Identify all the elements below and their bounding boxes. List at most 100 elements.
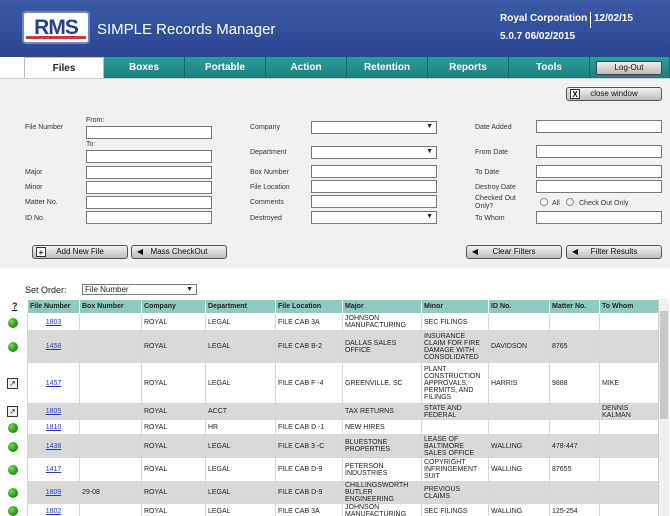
table-row[interactable]: 1438 ROYAL LEGAL FILE CAB 3 -C BLUESTONE PRO… bbox=[27, 434, 659, 458]
status-available-icon[interactable] bbox=[8, 317, 18, 328]
app-title: SIMPLE Records Manager bbox=[97, 21, 276, 38]
table-cell-company: ROYAL bbox=[141, 330, 206, 363]
status-available-icon[interactable] bbox=[8, 441, 18, 452]
box-number-input[interactable] bbox=[311, 165, 437, 178]
major-input[interactable] bbox=[86, 166, 212, 179]
from-label: From: bbox=[86, 117, 105, 124]
table-cell-id-no bbox=[488, 403, 550, 420]
col-box-number[interactable]: Box Number bbox=[79, 299, 142, 314]
file-location-input[interactable] bbox=[311, 180, 437, 193]
tab-reports[interactable]: Reports bbox=[428, 57, 509, 78]
from-date-input[interactable] bbox=[536, 145, 662, 158]
to-date-input[interactable] bbox=[536, 165, 662, 178]
tab-boxes[interactable]: Boxes bbox=[104, 57, 185, 78]
to-whom-input[interactable] bbox=[536, 211, 662, 224]
destroy-date-input[interactable] bbox=[536, 180, 662, 193]
clear-filters-button[interactable]: ◀ Clear Filters bbox=[466, 245, 562, 259]
table-cell-box-number bbox=[79, 503, 142, 516]
add-new-file-button[interactable]: + Add New File bbox=[32, 245, 128, 259]
id-no-input[interactable] bbox=[86, 211, 212, 224]
set-order-select[interactable]: File Number bbox=[82, 284, 197, 295]
comments-input[interactable] bbox=[311, 195, 437, 208]
date-added-label: Date Added bbox=[475, 124, 512, 131]
table-cell-box-number bbox=[79, 457, 142, 482]
tab-files[interactable]: Files bbox=[24, 57, 104, 78]
table-cell-to-whom: DENNIS KALMAN bbox=[599, 403, 659, 420]
col-department[interactable]: Department bbox=[205, 299, 276, 314]
organization-name: Royal Corporation bbox=[500, 13, 588, 24]
table-cell-matter-no: 9888 bbox=[549, 362, 600, 404]
table-row[interactable]: 1458 ROYAL LEGAL FILE CAB B-2 DALLAS SALES O… bbox=[27, 330, 659, 363]
file-number-link[interactable]: 1805 bbox=[46, 408, 62, 415]
status-available-icon[interactable] bbox=[8, 488, 18, 498]
table-cell-department: LEGAL bbox=[205, 481, 276, 504]
col-company[interactable]: Company bbox=[141, 299, 206, 314]
table-row[interactable]: 1805 ROYAL ACCT TAX RETURNS STATE AND FEDERA… bbox=[27, 403, 659, 420]
table-cell-company: ROYAL bbox=[141, 503, 206, 516]
tab-retention[interactable]: Retention bbox=[347, 57, 428, 78]
mass-checkout-button[interactable]: ◀ Mass CheckOut bbox=[131, 245, 227, 259]
table-cell-file-location: FILE CAB D-9 bbox=[275, 481, 343, 504]
file-number-from-input[interactable] bbox=[86, 126, 212, 139]
comments-label: Comments bbox=[250, 199, 284, 206]
company-select[interactable] bbox=[311, 121, 437, 134]
table-row[interactable]: 1417 ROYAL LEGAL FILE CAB D-9 PETERSON INDUS… bbox=[27, 457, 659, 482]
table-cell-box-number bbox=[79, 403, 142, 420]
add-new-file-label: Add New File bbox=[56, 247, 104, 256]
status-available-icon[interactable] bbox=[8, 506, 18, 516]
col-file-location[interactable]: File Location bbox=[275, 299, 343, 314]
department-select[interactable] bbox=[311, 146, 437, 159]
table-row[interactable]: 1457 ROYAL LEGAL FILE CAB F -4 GREENVILLE, S… bbox=[27, 362, 659, 404]
col-to-whom[interactable]: To Whom bbox=[599, 299, 659, 314]
table-body: 1803 ROYAL LEGAL FILE CAB 3A JOHNSON MANUFAC… bbox=[27, 313, 659, 516]
col-matter-no[interactable]: Matter No. bbox=[549, 299, 600, 314]
table-row[interactable]: 1810 ROYAL HR FILE CAB D -1 NEW HIRES bbox=[27, 419, 659, 435]
logout-button[interactable]: Log-Out bbox=[596, 61, 662, 75]
close-window-button[interactable]: X close window bbox=[566, 87, 662, 101]
file-number-link[interactable]: 1438 bbox=[46, 443, 62, 450]
table-cell-box-number bbox=[79, 313, 142, 331]
file-number-link[interactable]: 1457 bbox=[46, 380, 62, 387]
tab-tools[interactable]: Tools bbox=[509, 57, 590, 78]
table-row[interactable]: 1809 29-08 ROYAL LEGAL FILE CAB D-9 CHILLINGS… bbox=[27, 481, 659, 504]
file-number-link[interactable]: 1802 bbox=[46, 508, 62, 515]
table-cell-minor: LEASE OF BALTIMORE SALES OFFICE bbox=[421, 434, 489, 458]
table-cell-matter-no: 125-254 bbox=[549, 503, 600, 516]
table-cell-file-number: 1802 bbox=[27, 503, 80, 516]
table-header-row: File Number Box Number Company Departmen… bbox=[27, 299, 659, 314]
status-available-icon[interactable] bbox=[8, 422, 18, 433]
destroyed-select[interactable] bbox=[311, 211, 437, 224]
table-scrollbar[interactable] bbox=[658, 299, 669, 516]
file-number-link[interactable]: 1417 bbox=[46, 466, 62, 473]
table-row[interactable]: 1802 ROYAL LEGAL FILE CAB 3A JOHNSON MANUFAC… bbox=[27, 503, 659, 516]
status-available-icon[interactable] bbox=[8, 342, 18, 352]
tab-action[interactable]: Action bbox=[266, 57, 347, 78]
tab-portable[interactable]: Portable bbox=[185, 57, 266, 78]
file-number-to-input[interactable] bbox=[86, 150, 212, 163]
status-checked-out-icon[interactable]: ↗ bbox=[7, 406, 18, 417]
table-cell-box-number bbox=[79, 362, 142, 404]
col-id-no[interactable]: ID No. bbox=[488, 299, 550, 314]
file-number-link[interactable]: 1803 bbox=[46, 319, 62, 326]
col-file-number[interactable]: File Number bbox=[27, 299, 80, 314]
table-cell-id-no: DAVIDSON bbox=[488, 330, 550, 363]
minor-input[interactable] bbox=[86, 181, 212, 194]
status-available-icon[interactable] bbox=[8, 465, 18, 475]
col-minor[interactable]: Minor bbox=[421, 299, 489, 314]
date-added-input[interactable] bbox=[536, 120, 662, 133]
file-number-link[interactable]: 1458 bbox=[46, 343, 62, 350]
table-cell-minor: STATE AND FEDERAL bbox=[421, 403, 489, 420]
filter-results-button[interactable]: ◀ Filter Results bbox=[566, 245, 662, 259]
table-cell-to-whom bbox=[599, 313, 659, 331]
check-out-only-radio[interactable] bbox=[566, 198, 574, 206]
matter-no-input[interactable] bbox=[86, 196, 212, 209]
file-number-link[interactable]: 1809 bbox=[46, 489, 62, 496]
status-checked-out-icon[interactable]: ↗ bbox=[7, 377, 18, 389]
scrollbar-thumb[interactable] bbox=[660, 311, 668, 419]
help-link[interactable]: ? bbox=[12, 301, 18, 311]
col-major[interactable]: Major bbox=[342, 299, 422, 314]
file-number-link[interactable]: 1810 bbox=[46, 424, 62, 431]
table-cell-matter-no: 87655 bbox=[549, 457, 600, 482]
table-row[interactable]: 1803 ROYAL LEGAL FILE CAB 3A JOHNSON MANUFAC… bbox=[27, 313, 659, 331]
all-radio[interactable] bbox=[540, 198, 548, 206]
